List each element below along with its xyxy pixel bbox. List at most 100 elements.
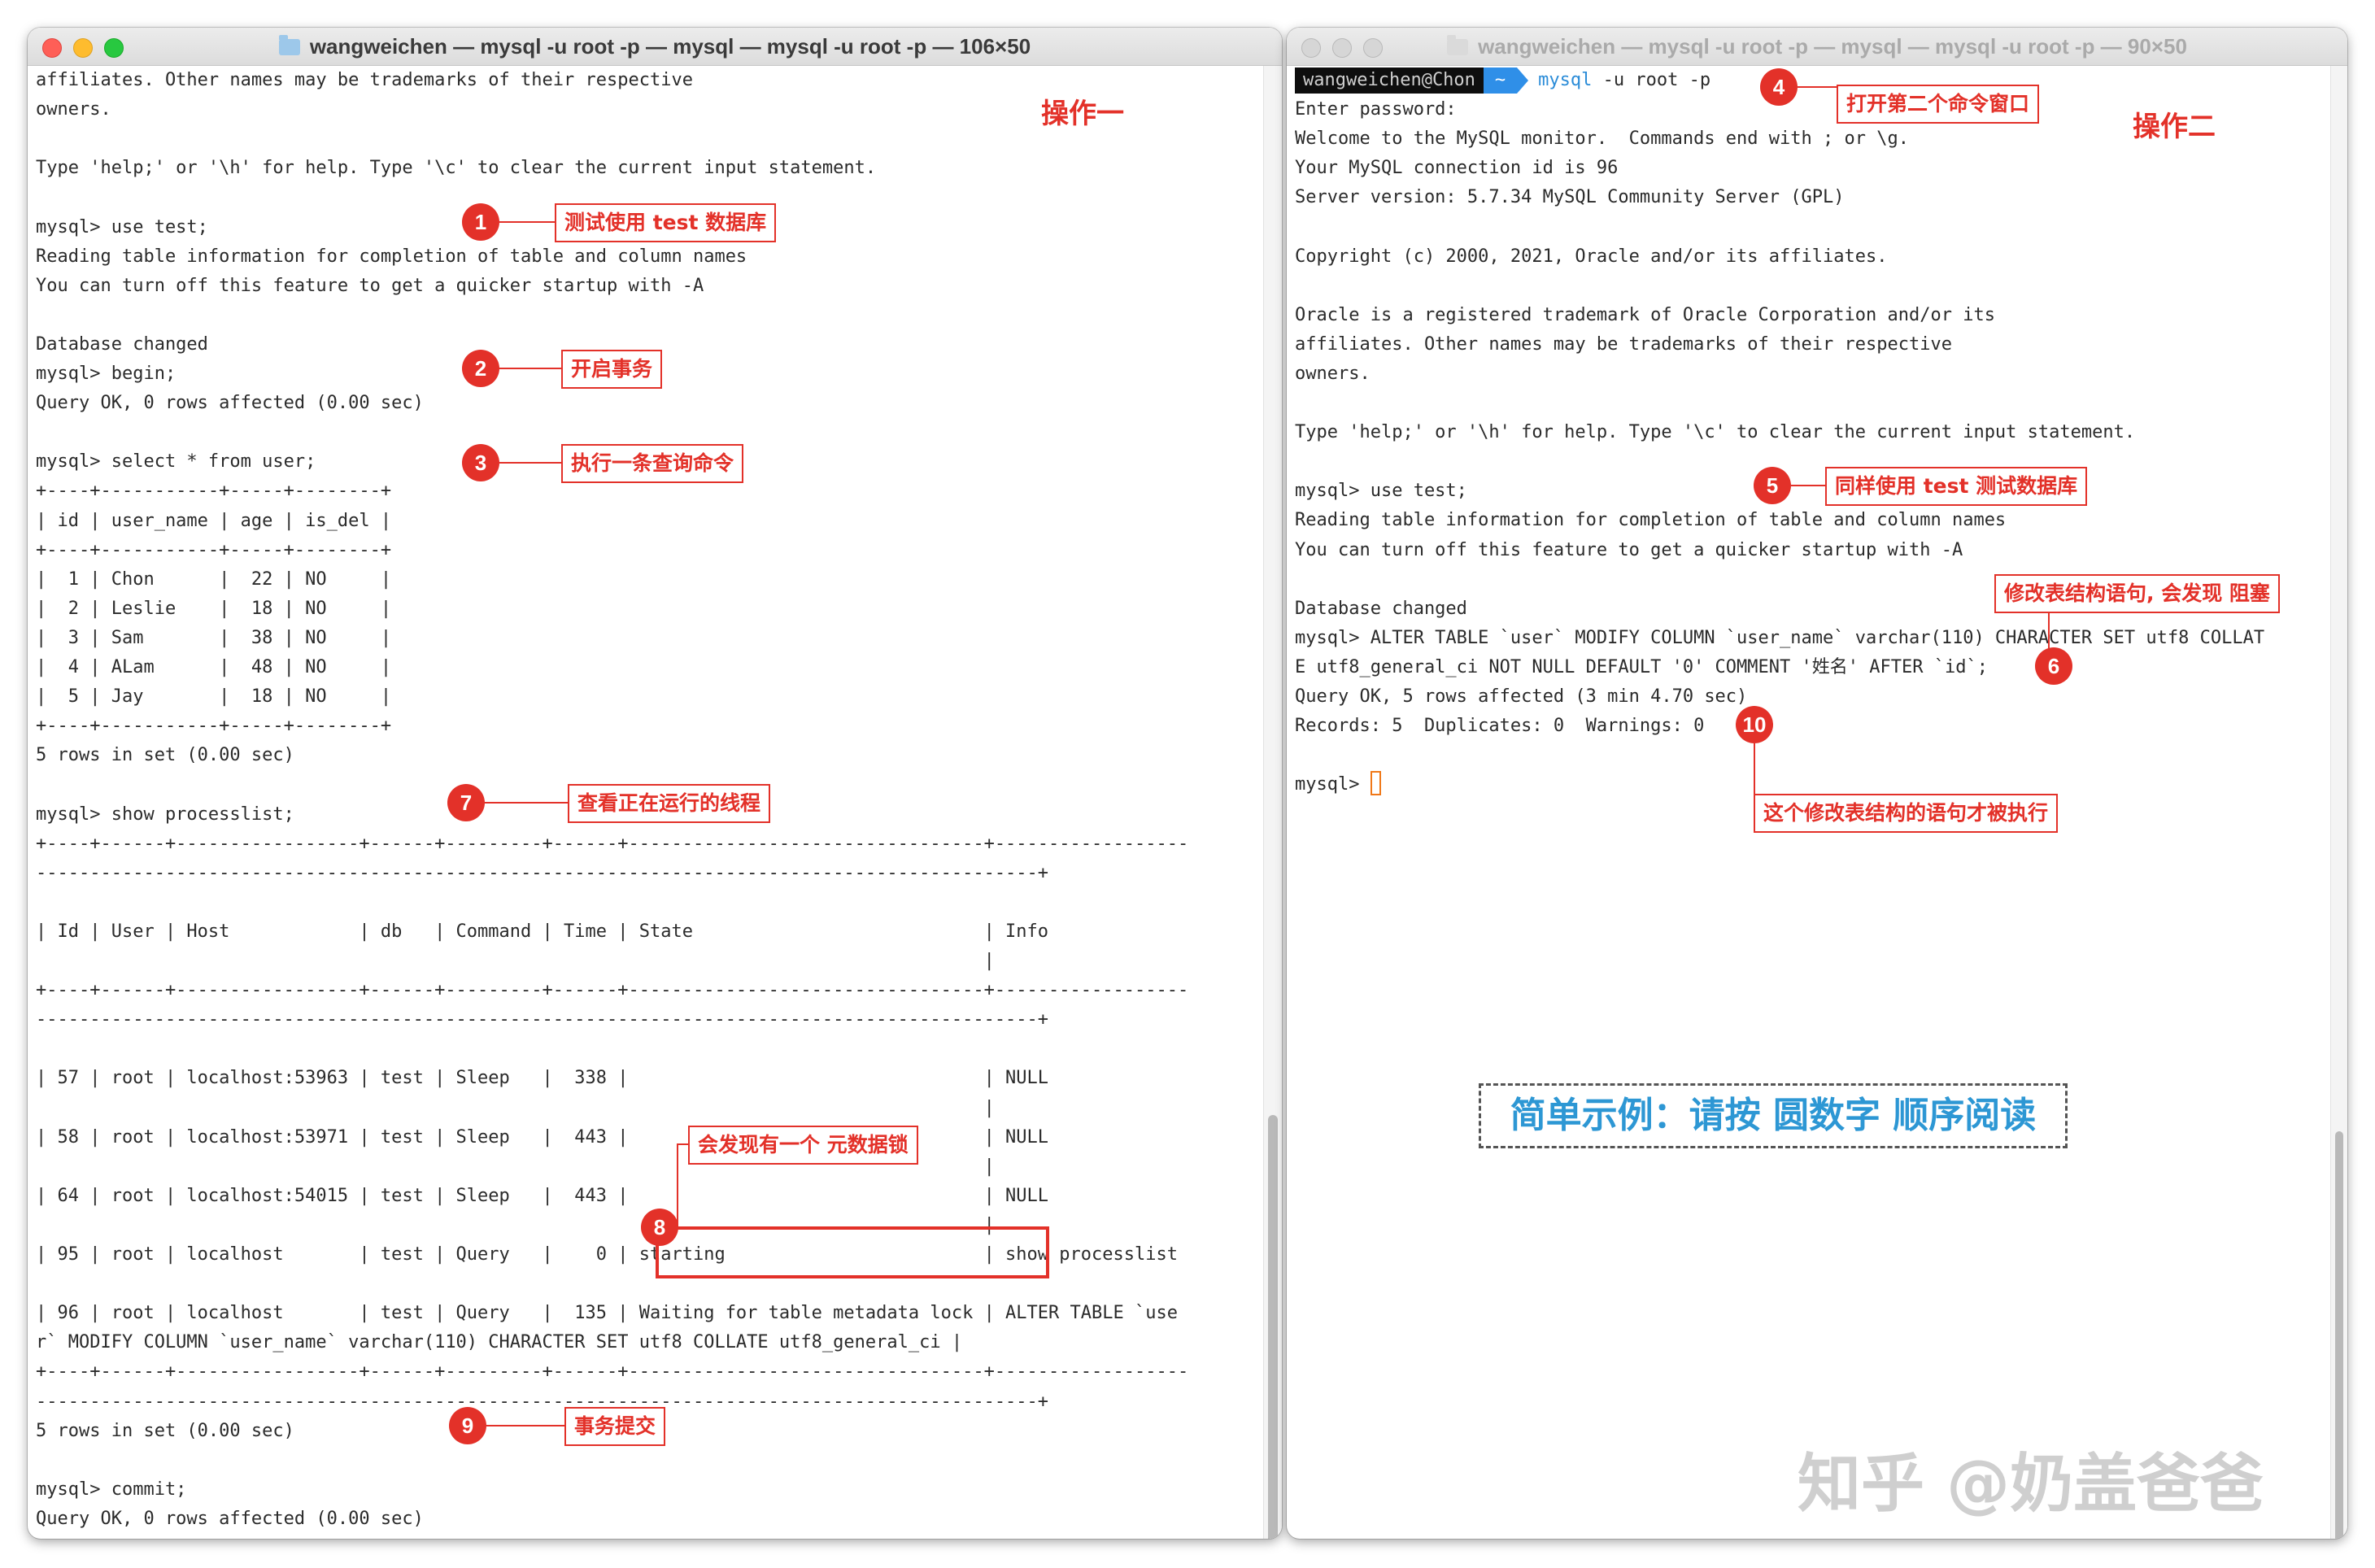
terminal-line-text: | 57 | root | localhost:53963 | test | S… — [36, 1068, 1049, 1089]
terminal-line-text: +----+------+-----------------+------+--… — [36, 1361, 1189, 1383]
terminal-line: | Id | User | Host | db | Command | Time… — [36, 917, 1048, 947]
terminal-line: Copyright (c) 2000, 2021, Oracle and/or … — [1295, 242, 1887, 272]
terminal-line: Database changed — [1295, 595, 1467, 624]
terminal-line: Query OK, 0 rows affected (0.00 sec) — [36, 389, 424, 418]
terminal-line-text: owners. — [36, 99, 111, 120]
terminal-line: You can turn off this feature to get a q… — [1295, 536, 1963, 565]
terminal-line-text: mysql> show processlist; — [36, 804, 294, 825]
step-6-marker: 6 — [2035, 647, 2072, 685]
step-6-label: 修改表结构语句, 会发现 阻塞 — [1994, 574, 2280, 613]
terminal-line: mysql> begin; — [36, 359, 176, 389]
terminal-line-text: | 5 | Jay | 18 | NO | — [36, 686, 392, 708]
reading-order-hint: 简单示例：请按 圆数字 顺序阅读 — [1479, 1083, 2068, 1148]
step-1-label: 测试使用 test 数据库 — [555, 203, 777, 242]
window-title: wangweichen — mysql -u root -p — mysql —… — [1287, 28, 2347, 65]
terminal-line-text: ----------------------------------------… — [36, 1009, 1049, 1030]
terminal-line-text: | — [36, 951, 995, 971]
terminal-line: owners. — [1295, 359, 1371, 389]
terminal-line-text: +----+-----------+-----+--------+ — [36, 539, 392, 560]
terminal-line-text: | 1 | Chon | 22 | NO | — [36, 568, 392, 590]
terminal-line-text: r` MODIFY COLUMN `user_name` varchar(110… — [36, 1332, 963, 1353]
terminal-line-text: Reading table information for completion… — [1295, 510, 2007, 531]
scrollbar-thumb[interactable] — [1268, 1115, 1278, 1539]
step-10-label: 这个修改表结构的语句才被执行 — [1754, 794, 2059, 833]
terminal-line: | 5 | Jay | 18 | NO | — [36, 682, 391, 712]
step-9-marker: 9 — [449, 1407, 486, 1444]
terminal-line-text: mysql> — [1295, 774, 1371, 795]
step-7-label: 查看正在运行的线程 — [568, 784, 771, 823]
terminal-line: mysql> use test; — [36, 213, 208, 242]
title-bar[interactable]: wangweichen — mysql -u root -p — mysql —… — [1287, 28, 2347, 66]
terminal-line-text: +----+-----------+-----+--------+ — [36, 481, 392, 502]
terminal-line: Oracle is a registered trademark of Orac… — [1295, 301, 1995, 330]
vertical-scrollbar[interactable] — [1263, 66, 1282, 1539]
terminal-line: r` MODIFY COLUMN `user_name` varchar(110… — [36, 1328, 962, 1357]
terminal-line-text: Enter password: — [1295, 99, 1457, 120]
prompt-command: mysql — [1538, 70, 1593, 90]
terminal-line-text: Your MySQL connection id is 96 — [1295, 158, 1619, 179]
metadata-lock-highlight — [656, 1226, 1049, 1278]
terminal-line-text: | Id | User | Host | db | Command | Time… — [36, 921, 1049, 942]
terminal-line: Query OK, 0 rows affected (0.00 sec) — [36, 1505, 424, 1534]
step-7-marker: 7 — [447, 784, 485, 821]
terminal-line-text: | 64 | root | localhost:54015 | test | S… — [36, 1185, 1049, 1206]
terminal-line-text: Query OK, 5 rows affected (3 min 4.70 se… — [1295, 686, 1748, 707]
step-1-connector — [499, 221, 555, 223]
step-2-marker: 2 — [462, 350, 499, 387]
step-9-label: 事务提交 — [564, 1407, 666, 1446]
step-5-marker: 5 — [1754, 467, 1791, 504]
terminal-line: | 64 | root | localhost:54015 | test | S… — [36, 1182, 1048, 1211]
terminal-line-text: mysql> use test; — [36, 216, 208, 237]
terminal-line-text: Type 'help;' or '\h' for help. Type '\c'… — [1295, 422, 2136, 443]
terminal-line-text: You can turn off this feature to get a q… — [36, 275, 704, 296]
window-title-text: wangweichen — mysql -u root -p — mysql —… — [1478, 34, 2187, 59]
terminal-line: Server version: 5.7.34 MySQL Community S… — [1295, 183, 1845, 212]
terminal-line: ----------------------------------------… — [36, 1005, 1048, 1034]
terminal-line: +----+------+-----------------+------+--… — [36, 830, 1188, 859]
terminal-line-text: Query OK, 0 rows affected (0.00 sec) — [36, 1508, 424, 1529]
terminal-line: Records: 5 Duplicates: 0 Warnings: 0 — [1295, 712, 1704, 741]
terminal-line: 5 rows in set (0.00 sec) — [36, 741, 294, 770]
terminal-line: 5 rows in set (0.00 sec) — [36, 1417, 294, 1446]
terminal-line-text: Records: 5 Duplicates: 0 Warnings: 0 — [1295, 716, 1705, 737]
terminal-line-text: +----+------+-----------------+------+--… — [36, 980, 1189, 1001]
step-10-marker: 10 — [1736, 706, 1773, 743]
step-5-connector — [1791, 485, 1825, 486]
step-8-label: 会发现有一个 元数据锁 — [688, 1126, 918, 1165]
text-cursor — [1370, 771, 1381, 796]
terminal-window-left[interactable]: wangweichen — mysql -u root -p — mysql —… — [28, 28, 1282, 1539]
terminal-line: Type 'help;' or '\h' for help. Type '\c'… — [36, 154, 876, 183]
terminal-line-text: ----------------------------------------… — [36, 862, 1049, 883]
terminal-line-text: mysql> begin; — [36, 364, 176, 384]
terminal-line: | — [36, 947, 995, 976]
terminal-line: +----+-----------+-----+--------+ — [36, 477, 391, 506]
terminal-line: +----+------+-----------------+------+--… — [36, 1357, 1188, 1387]
terminal-line: mysql> commit; — [36, 1475, 186, 1505]
terminal-line: ----------------------------------------… — [36, 1387, 1048, 1417]
terminal-window-right[interactable]: wangweichen — mysql -u root -p — mysql —… — [1287, 28, 2347, 1539]
title-bar[interactable]: wangweichen — mysql -u root -p — mysql —… — [28, 28, 1282, 66]
step-9-connector — [486, 1425, 564, 1426]
terminal-line: E utf8_general_ci NOT NULL DEFAULT '0' C… — [1295, 653, 1988, 682]
terminal-line-text: | — [36, 1097, 995, 1118]
terminal-line: | 4 | ALam | 48 | NO | — [36, 653, 391, 682]
terminal-line: Your MySQL connection id is 96 — [1295, 154, 1618, 183]
terminal-line: +----+-----------+-----+--------+ — [36, 536, 391, 565]
terminal-line-text: Welcome to the MySQL monitor. Commands e… — [1295, 128, 1909, 150]
terminal-line-text: Copyright (c) 2000, 2021, Oracle and/or … — [1295, 246, 1888, 267]
terminal-line-text: | 2 | Leslie | 18 | NO | — [36, 598, 392, 619]
terminal-line: | id | user_name | age | is_del | — [36, 507, 391, 536]
terminal-line: ----------------------------------------… — [36, 859, 1048, 888]
scrollbar-thumb[interactable] — [2335, 1131, 2343, 1539]
terminal-line: | 57 | root | localhost:53963 | test | S… — [36, 1064, 1048, 1093]
step-3-connector — [499, 462, 561, 464]
terminal-line-text: E utf8_general_ci NOT NULL DEFAULT '0' C… — [1295, 656, 1988, 677]
step-7-connector — [485, 802, 568, 804]
terminal-line: Query OK, 5 rows affected (3 min 4.70 se… — [1295, 682, 1747, 712]
terminal-line: mysql> show processlist; — [36, 800, 294, 830]
terminal-line-text: You can turn off this feature to get a q… — [1295, 539, 1963, 560]
vertical-scrollbar[interactable] — [2330, 66, 2347, 1539]
terminal-line-text: owners. — [1295, 363, 1371, 384]
terminal-line-text: 5 rows in set (0.00 sec) — [36, 745, 294, 766]
heading-operation-two: 操作二 — [2133, 111, 2216, 143]
